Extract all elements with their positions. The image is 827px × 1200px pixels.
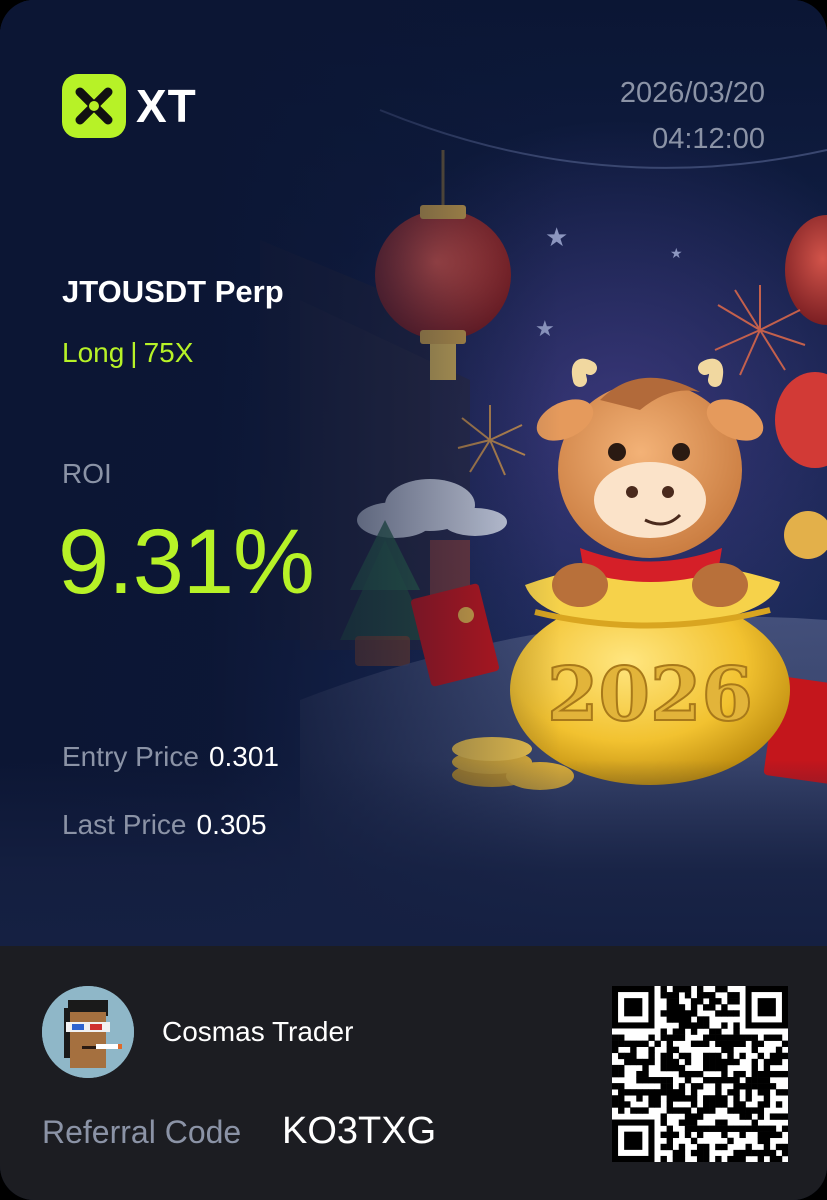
trading-pair: JTOUSDT Perp: [62, 274, 284, 309]
position-direction: Long: [62, 337, 125, 368]
entry-price-label: Entry Price: [62, 741, 199, 772]
entry-price-row: Entry Price 0.301: [62, 741, 279, 773]
hero-section: ★ ★ ★: [0, 0, 827, 946]
svg-text:★: ★: [670, 246, 683, 262]
entry-price-value: 0.301: [208, 741, 280, 772]
timestamp: 2026/03/20 04:12:00: [620, 70, 765, 162]
position-direction-leverage: Long | 75X: [62, 337, 193, 369]
bag-year-badge: 2026: [547, 652, 753, 738]
roi-label: ROI: [62, 458, 112, 489]
timestamp-date: 2026/03/20: [619, 77, 765, 109]
position-leverage: 75X: [143, 337, 194, 368]
referral-code-value[interactable]: KO3TXG: [282, 1110, 436, 1153]
last-price-value: 0.305: [196, 809, 267, 840]
pnl-share-card: ★ ★ ★: [0, 0, 827, 1200]
referral-qr-code[interactable]: [612, 986, 789, 1163]
last-price-label: Last Price: [62, 809, 187, 840]
xt-logo-icon: [62, 74, 126, 138]
hero-bottom-fade: [0, 760, 827, 946]
referral-code-label: Referral Code: [42, 1114, 242, 1150]
direction-separator: |: [130, 337, 138, 368]
username: Cosmas Trader: [162, 1016, 354, 1047]
roi-value: 9.31%: [58, 511, 315, 613]
last-price-row: Last Price 0.305: [62, 809, 267, 841]
timestamp-time: 04:12:00: [652, 123, 765, 155]
brand-name: XT: [136, 80, 197, 132]
brand-logo: XT: [62, 74, 197, 138]
pixel-avatar-icon: [42, 986, 134, 1078]
